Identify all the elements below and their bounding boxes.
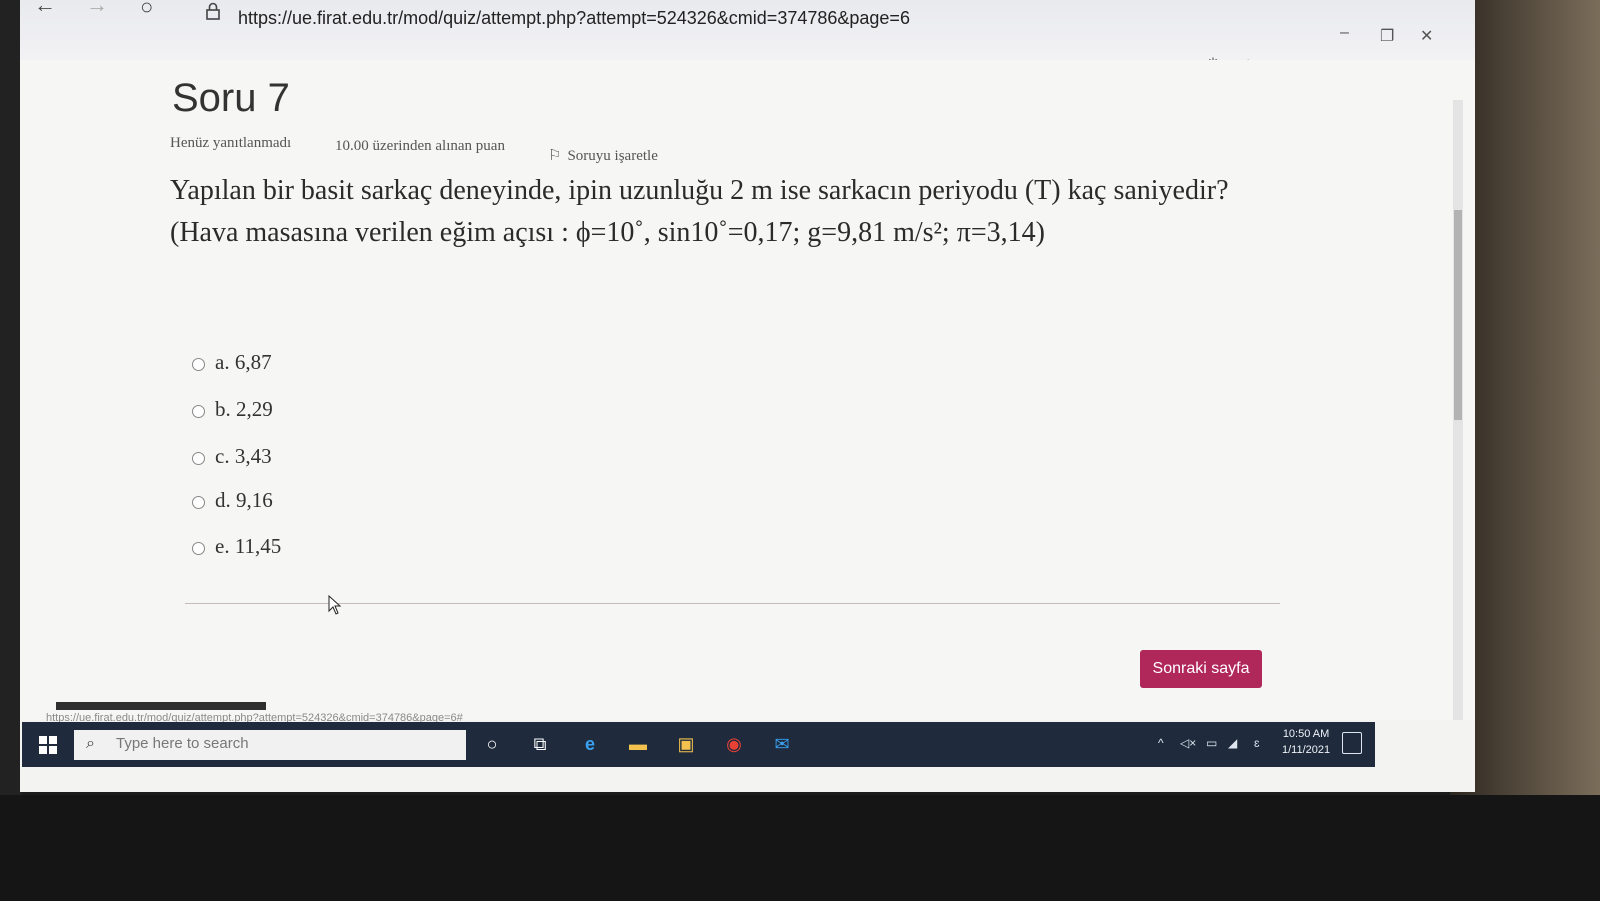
option-label: c. 3,43	[215, 444, 272, 468]
file-explorer-icon[interactable]: ▬	[626, 732, 650, 756]
minimize-button[interactable]: –	[1340, 24, 1349, 42]
volume-muted-icon[interactable]: ◁×	[1180, 736, 1196, 750]
radio-icon[interactable]	[192, 357, 205, 371]
option-label: d. 9,16	[215, 488, 273, 512]
windows-taskbar: ⌕ Type here to search ○ ⧉ e ▬ ▣ ◉ ✉ ^ ◁×…	[22, 722, 1375, 767]
answer-option-d[interactable]: d. 9,16	[192, 488, 273, 513]
wifi-icon[interactable]: ◢	[1228, 736, 1237, 750]
chrome-icon[interactable]: ◉	[722, 732, 746, 756]
edge-browser-icon[interactable]: e	[578, 732, 602, 756]
answer-option-a[interactable]: a. 6,87	[192, 350, 272, 375]
refresh-icon[interactable]: ○	[140, 0, 153, 20]
back-arrow-icon[interactable]: ←	[34, 0, 56, 18]
question-text-line-1: Yapılan bir basit sarkaç deneyinde, ipin…	[170, 175, 1229, 206]
clock-date: 1/11/2021	[1282, 744, 1331, 756]
page-scrollbar-thumb[interactable]	[1454, 210, 1462, 420]
mail-icon[interactable]: ✉	[770, 732, 794, 756]
option-label: e. 11,45	[215, 534, 282, 558]
windows-start-icon[interactable]	[22, 722, 74, 767]
store-icon[interactable]: ▣	[674, 732, 698, 756]
question-text: Yapılan bir basit sarkaç deneyinde, ipin…	[170, 170, 1290, 254]
search-icon: ⌕	[86, 735, 95, 752]
address-bar-url[interactable]: https://ue.firat.edu.tr/mod/quiz/attempt…	[238, 8, 910, 29]
screen: ← → ○ https://ue.firat.edu.tr/mod/quiz/a…	[20, 0, 1475, 792]
show-hidden-icons-chevron-icon[interactable]: ^	[1158, 736, 1164, 750]
radio-icon[interactable]	[192, 495, 205, 509]
flag-question-link[interactable]: ⚐ Soruyu işaretle	[548, 146, 658, 165]
mouse-cursor-icon	[328, 595, 342, 615]
restore-button[interactable]: ❐	[1380, 26, 1394, 46]
taskbar-search-placeholder: Type here to search	[116, 735, 249, 752]
input-language-icon[interactable]: ɛ	[1254, 736, 1260, 750]
laptop-bezel-bottom	[0, 795, 1600, 901]
option-label: a. 6,87	[215, 350, 272, 374]
clock-time: 10:50 AM	[1282, 728, 1330, 740]
question-number-title: Soru 7	[172, 76, 290, 120]
radio-icon[interactable]	[192, 404, 205, 418]
radio-icon[interactable]	[192, 451, 205, 465]
question-text-line-2: (Hava masasına verilen eğim açısı : ϕ=10…	[170, 217, 1045, 248]
laptop-bezel-left	[0, 0, 22, 901]
browser-toolbar: ← → ○ https://ue.firat.edu.tr/mod/quiz/a…	[20, 0, 1475, 78]
cortana-icon[interactable]: ○	[480, 732, 504, 756]
answer-option-c[interactable]: c. 3,43	[192, 444, 272, 469]
flag-icon: ⚐	[548, 148, 562, 164]
battery-icon[interactable]: ▭	[1206, 736, 1217, 750]
forward-arrow-icon[interactable]: →	[86, 0, 108, 18]
quiz-page: Soru 7 Henüz yanıtlanmadı 10.00 üzerinde…	[20, 60, 1475, 720]
taskbar-search-box[interactable]: ⌕ Type here to search	[74, 730, 466, 760]
answer-option-b[interactable]: b. 2,29	[192, 397, 273, 422]
close-window-button[interactable]: ✕	[1420, 26, 1433, 46]
answer-option-e[interactable]: e. 11,45	[192, 534, 281, 559]
flag-question-label: Soruyu işaretle	[567, 148, 658, 164]
task-view-icon[interactable]: ⧉	[528, 732, 552, 756]
notification-center-icon[interactable]	[1342, 732, 1362, 754]
radio-icon[interactable]	[192, 541, 205, 555]
lock-icon	[206, 2, 220, 20]
content-divider	[185, 603, 1280, 604]
answer-status: Henüz yanıtlanmadı	[170, 135, 292, 151]
system-clock[interactable]: 10:50 AM 1/11/2021	[1282, 726, 1330, 758]
next-page-button[interactable]: Sonraki sayfa	[1140, 650, 1262, 688]
status-strip	[56, 702, 266, 710]
option-label: b. 2,29	[215, 397, 273, 421]
question-points: 10.00 üzerinden alınan puan	[335, 138, 505, 154]
